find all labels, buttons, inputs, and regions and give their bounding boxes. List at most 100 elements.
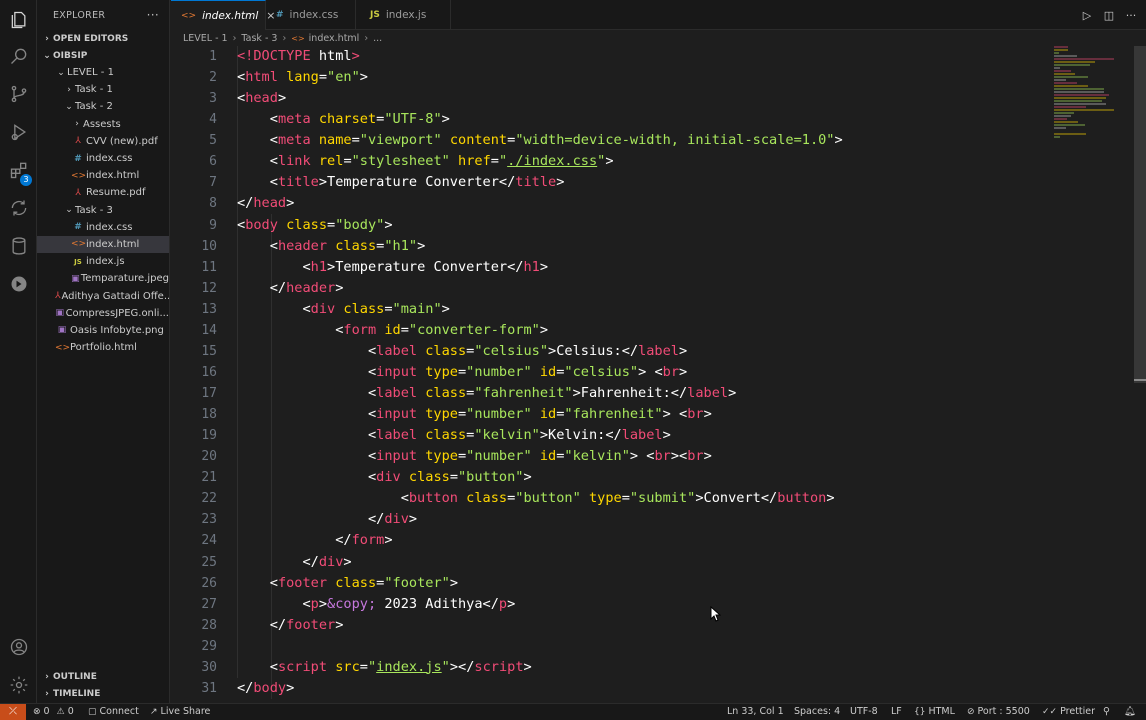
tree-item[interactable]: ▣ CompressJPEG.onli... <box>37 305 169 322</box>
extensions-icon[interactable]: 3 <box>0 152 37 188</box>
cursor-position[interactable]: Ln 33, Col 1 <box>727 704 784 720</box>
eol-setting[interactable]: LF <box>891 704 902 720</box>
code-line[interactable]: <meta charset="UTF-8"> <box>237 109 843 130</box>
code-line[interactable]: <footer class="footer"> <box>237 573 843 594</box>
code-line[interactable]: <body class="body"> <box>237 215 843 236</box>
breadcrumb-item[interactable]: LEVEL - 1 <box>183 33 228 44</box>
code-line[interactable]: <label class="celsius">Celsius:</label> <box>237 341 843 362</box>
breadcrumb-item[interactable]: ... <box>373 33 382 44</box>
notifications-bell-icon[interactable]: 🔔︎ <box>1124 704 1136 720</box>
code-line[interactable]: </form> <box>237 530 843 551</box>
tree-item[interactable]: ⌄ Task - 2 <box>37 98 169 115</box>
code-line[interactable]: <label class="fahrenheit">Fahrenheit:</l… <box>237 383 843 404</box>
minimap-line <box>1054 109 1114 111</box>
code-line[interactable]: <input type="number" id="fahrenheit"> <b… <box>237 404 843 425</box>
code-token: < <box>367 385 377 401</box>
tab-index-html[interactable]: <> index.html × <box>171 0 275 30</box>
code-line[interactable]: </header> <box>237 278 843 299</box>
tab-index-js[interactable]: JS index.js <box>356 0 451 30</box>
code-line[interactable]: <div class="main"> <box>237 299 843 320</box>
code-line[interactable]: <form id="converter-form"> <box>237 320 843 341</box>
vertical-scrollbar[interactable] <box>1134 46 1146 383</box>
code-line[interactable] <box>237 636 843 657</box>
code-line[interactable]: <input type="number" id="kelvin"> <br><b… <box>237 446 843 467</box>
settings-gear-icon[interactable] <box>0 667 37 703</box>
remote-indicator-icon[interactable]: ⤫ <box>0 704 26 720</box>
connect-button[interactable]: ▢ Connect <box>88 704 139 720</box>
code-lines[interactable]: <!DOCTYPE html> <html lang="en"> <head> <m… <box>237 46 843 699</box>
code-line[interactable]: <script src="index.js"></script> <box>237 657 843 678</box>
live-server-port[interactable]: ⊘ Port : 5500 <box>967 704 1030 720</box>
split-editor-icon[interactable]: ◫ <box>1098 9 1120 22</box>
breadcrumb-item[interactable]: index.html <box>309 33 360 44</box>
run-debug-icon[interactable] <box>0 114 37 150</box>
code-line[interactable]: <h1>Temperature Converter</h1> <box>237 257 843 278</box>
tab-index-css[interactable]: # index.css <box>266 0 356 30</box>
code-token: type <box>417 363 458 380</box>
open-editors-section[interactable]: › OPEN EDITORS <box>37 30 169 47</box>
code-line[interactable]: <label class="kelvin">Kelvin:</label> <box>237 425 843 446</box>
workspace-root-section[interactable]: ⌄ OIBSIP <box>37 47 169 64</box>
code-line[interactable]: <meta name="viewport" content="width=dev… <box>237 130 843 151</box>
tree-item[interactable]: ⅄ Adithya Gattadi Offe... <box>37 287 169 304</box>
tree-item[interactable]: ⌄ Task - 3 <box>37 202 169 219</box>
tree-item[interactable]: # index.css <box>37 219 169 236</box>
timeline-section[interactable]: › TIMELINE <box>37 685 170 702</box>
source-control-icon[interactable] <box>0 76 37 112</box>
code-line[interactable]: </div> <box>237 552 843 573</box>
explorer-icon[interactable] <box>0 2 37 38</box>
code-line[interactable]: <title>Temperature Converter</title> <box>237 172 843 193</box>
problems-indicator[interactable]: ⊗ 0 ⚠ 0 <box>33 704 74 720</box>
run-icon[interactable]: ▷ <box>1076 9 1098 22</box>
minimap-line <box>1054 70 1072 72</box>
code-token: < <box>237 216 246 233</box>
tree-item[interactable]: ▣ Oasis Infobyte.png <box>37 322 169 339</box>
tree-item[interactable]: › Assests <box>37 116 169 133</box>
code-editor[interactable]: 1 2 3 4 5 6 7 8 9 10 11 12 13 14 15 16 17 18 19 20 21 22 23 24 2… <box>171 46 1146 703</box>
minimap[interactable] <box>1054 46 1124 138</box>
search-icon[interactable] <box>0 38 37 74</box>
tree-item[interactable]: JS index.js <box>37 253 169 270</box>
more-actions-icon[interactable]: ··· <box>147 8 159 22</box>
tree-item[interactable]: ⌄ LEVEL - 1 <box>37 64 169 81</box>
code-line[interactable]: <div class="button"> <box>237 467 843 488</box>
code-line[interactable]: <html lang="en"> <box>237 67 843 88</box>
live-share-button[interactable]: ↗ Live Share <box>150 704 210 720</box>
code-line[interactable]: <input type="number" id="celsius"> <br> <box>237 362 843 383</box>
code-token: >Celsius:</ <box>548 342 639 359</box>
feedback-icon[interactable]: ⚲ <box>1103 704 1110 720</box>
tree-item[interactable]: <> index.html <box>37 167 169 184</box>
code-line[interactable]: <p>&copy; 2023 Adithya</p> <box>237 594 843 615</box>
language-mode[interactable]: {} HTML <box>914 704 955 720</box>
account-icon[interactable] <box>0 629 37 665</box>
tree-item[interactable]: <> index.html <box>37 235 169 254</box>
tree-item[interactable]: ⅄ Resume.pdf <box>37 184 169 201</box>
code-line[interactable]: <button class="button" type="submit">Con… <box>237 488 843 509</box>
breadcrumb-item[interactable]: Task - 3 <box>241 33 277 44</box>
code-token: charset <box>310 111 377 128</box>
tree-item[interactable]: ▣ Temparature.jpeg <box>37 270 169 287</box>
tree-item[interactable]: # index.css <box>37 150 169 167</box>
remote-explorer-icon[interactable] <box>0 190 37 226</box>
prettier-status[interactable]: ✓✓ Prettier <box>1042 704 1095 720</box>
indentation-setting[interactable]: Spaces: 4 <box>794 704 840 720</box>
live-share-icon[interactable] <box>0 266 37 302</box>
code-line[interactable]: <header class="h1"> <box>237 236 843 257</box>
tree-item[interactable]: › Task - 1 <box>37 81 169 98</box>
database-icon[interactable] <box>0 228 37 264</box>
code-line[interactable]: </body> <box>237 678 843 699</box>
more-actions-icon[interactable]: ··· <box>1120 9 1142 22</box>
code-token: br <box>662 363 680 380</box>
code-line[interactable]: </head> <box>237 193 843 214</box>
code-line[interactable]: </div> <box>237 509 843 530</box>
tree-item[interactable]: <> Portfolio.html <box>37 339 169 356</box>
code-line[interactable]: <!DOCTYPE html> <box>237 46 843 67</box>
code-line[interactable]: </footer> <box>237 615 843 636</box>
code-line[interactable]: <head> <box>237 88 843 109</box>
tree-item[interactable]: ⅄ CVV (new).pdf <box>37 133 169 150</box>
outline-section[interactable]: › OUTLINE <box>37 668 170 685</box>
code-line[interactable]: <link rel="stylesheet" href="./index.css… <box>237 151 843 172</box>
encoding-setting[interactable]: UTF-8 <box>850 704 878 720</box>
code-token: >Convert</ <box>695 490 778 507</box>
